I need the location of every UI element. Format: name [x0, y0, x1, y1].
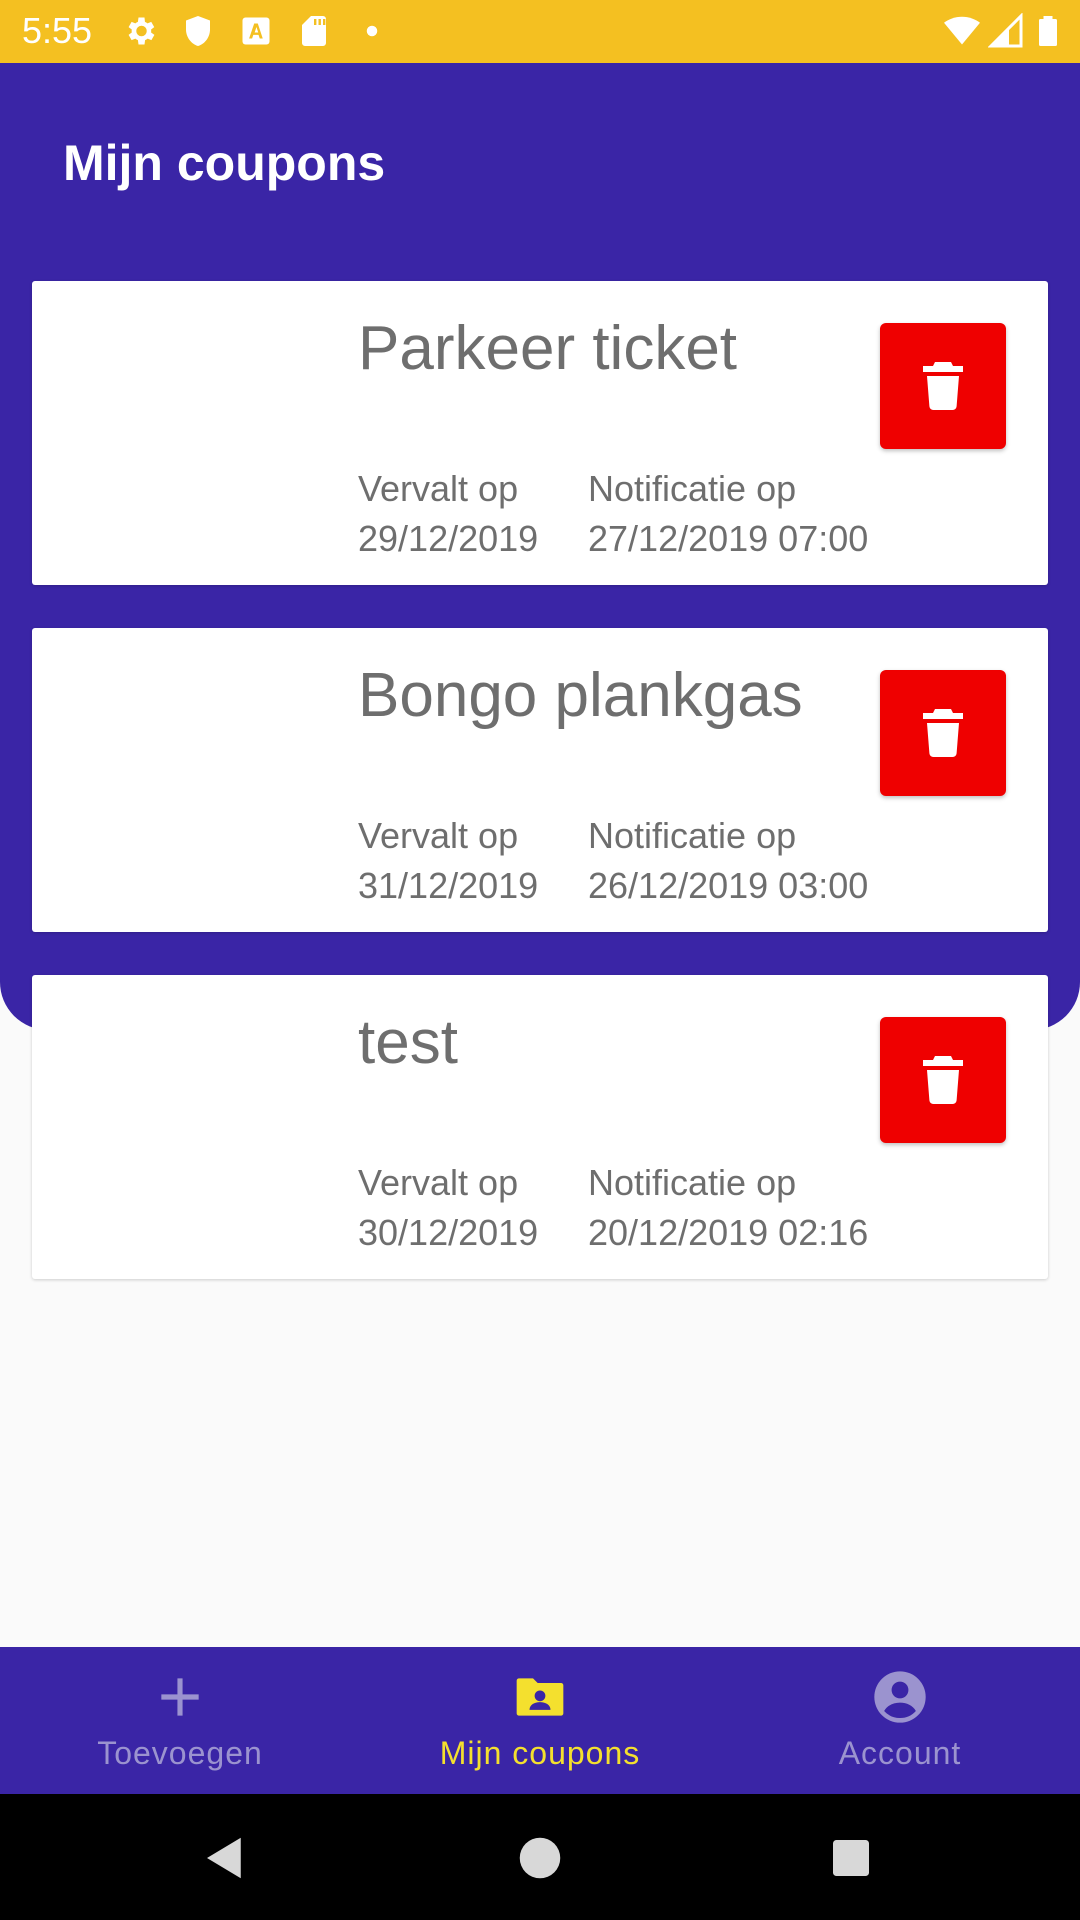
nav-item-mijn-coupons[interactable]: Mijn coupons: [360, 1647, 720, 1794]
sd-card-icon: [296, 13, 332, 49]
notify-value: 20/12/2019 02:16: [588, 1212, 869, 1253]
nav-item-account[interactable]: Account: [720, 1647, 1080, 1794]
expires-label: Vervalt op: [358, 815, 519, 856]
wifi-icon: [944, 13, 980, 49]
battery-icon: [1030, 13, 1066, 49]
notify-value: 26/12/2019 03:00: [588, 865, 869, 906]
gear-icon: [122, 13, 158, 49]
shield-icon: [180, 13, 216, 49]
account-circle-icon: [872, 1669, 928, 1725]
delete-button[interactable]: [880, 323, 1006, 449]
coupon-title: test: [358, 1008, 458, 1077]
notify-label: Notificatie op: [588, 468, 797, 509]
dot-icon: [354, 13, 390, 49]
delete-button[interactable]: [880, 670, 1006, 796]
status-time: 5:55: [22, 10, 93, 51]
a-box-icon: [238, 13, 274, 49]
bottom-navigation: Toevoegen Mijn coupons Account: [0, 1647, 1080, 1794]
trash-icon: [923, 362, 963, 410]
notify-value: 27/12/2019 07:00: [588, 518, 869, 559]
trash-icon: [923, 709, 963, 757]
status-bar: 5:55: [0, 0, 1080, 63]
nav-label: Toevoegen: [97, 1735, 263, 1771]
expires-value: 31/12/2019: [358, 865, 539, 906]
coupon-card[interactable]: Bongo plankgas Vervalt op 31/12/2019 Not…: [32, 628, 1048, 932]
nav-label: Account: [838, 1735, 962, 1771]
plus-icon: [152, 1669, 208, 1725]
back-icon[interactable]: [198, 1831, 252, 1885]
coupon-card[interactable]: test Vervalt op 30/12/2019 Notificatie o…: [32, 975, 1048, 1279]
page-title: Mijn coupons: [63, 135, 386, 191]
folder-user-icon: [512, 1669, 568, 1725]
system-navigation-bar: [0, 1794, 1080, 1920]
nav-item-toevoegen[interactable]: Toevoegen: [0, 1647, 360, 1794]
expires-value: 30/12/2019: [358, 1212, 539, 1253]
coupon-title: Parkeer ticket: [358, 314, 738, 383]
notify-label: Notificatie op: [588, 1162, 797, 1203]
recents-icon[interactable]: [824, 1831, 878, 1885]
home-icon[interactable]: [513, 1831, 567, 1885]
notify-label: Notificatie op: [588, 815, 797, 856]
coupon-title: Bongo plankgas: [358, 661, 803, 730]
delete-button[interactable]: [880, 1017, 1006, 1143]
nav-label: Mijn coupons: [439, 1735, 641, 1771]
expires-value: 29/12/2019: [358, 518, 539, 559]
coupon-card[interactable]: Parkeer ticket Vervalt op 29/12/2019 Not…: [32, 281, 1048, 585]
expires-label: Vervalt op: [358, 468, 519, 509]
signal-icon: [988, 13, 1024, 49]
expires-label: Vervalt op: [358, 1162, 519, 1203]
trash-icon: [923, 1056, 963, 1104]
